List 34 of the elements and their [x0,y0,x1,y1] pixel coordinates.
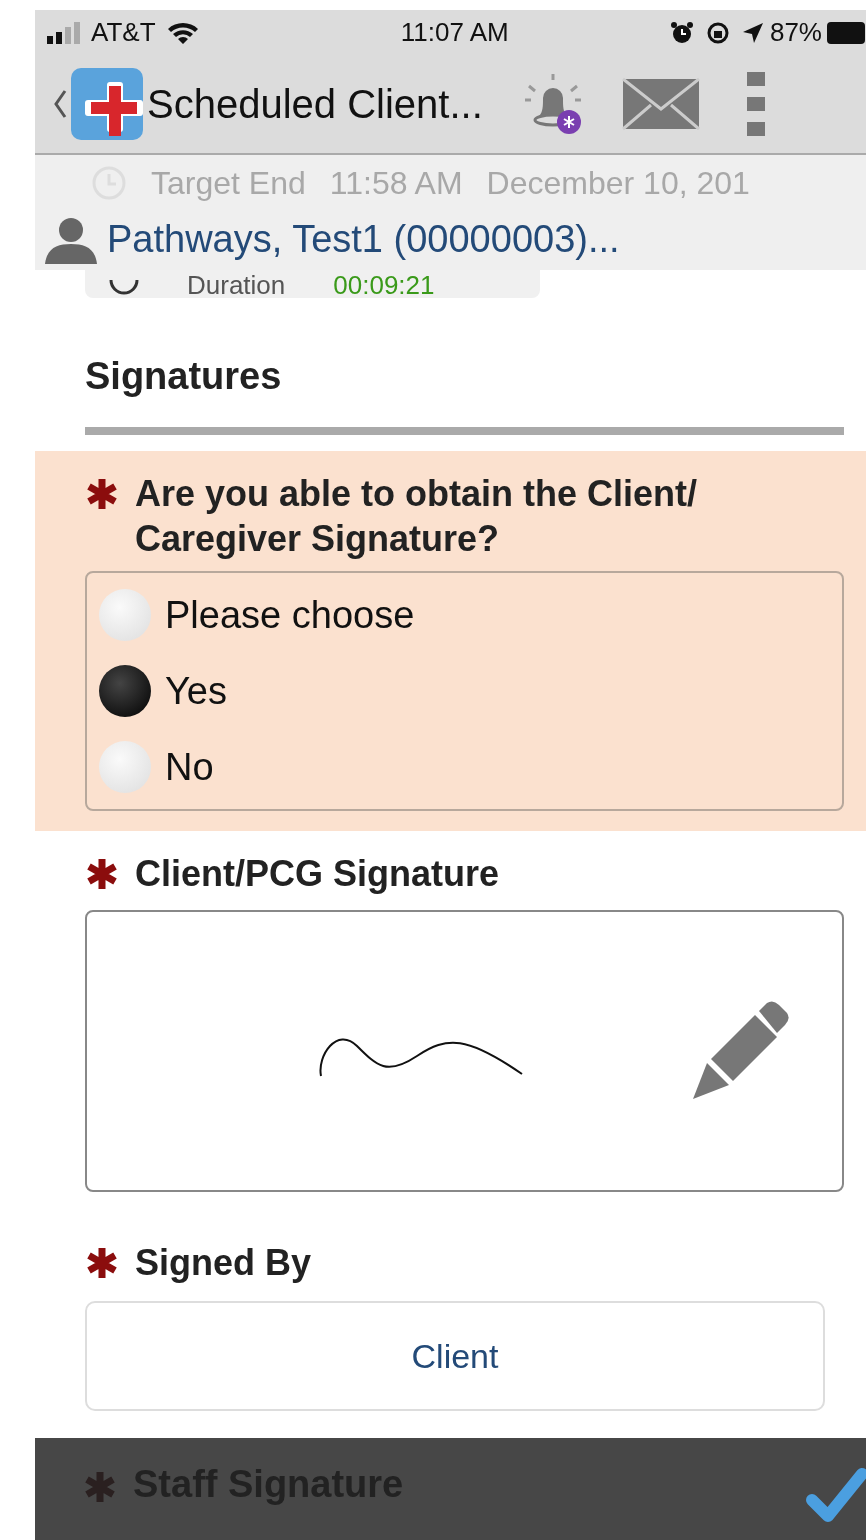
more-menu-icon[interactable] [746,72,765,136]
checkmark-icon[interactable] [806,1466,866,1522]
carrier-name: AT&T [91,16,156,49]
duration-value: 00:09:21 [333,272,435,298]
question-label: Are you able to obtain the Client/ Caregiver Signature? [135,472,699,561]
target-end-date: December 10, 201 [486,164,750,203]
rotation-lock-icon [705,20,730,45]
signature-label: Client/PCG Signature [135,852,500,896]
pencil-icon [693,1001,789,1101]
target-end-time: 11:58 AM [329,164,463,203]
battery-percent: 87% [769,16,822,49]
client-link[interactable]: Pathways, Test1 (00000003)... [107,211,620,268]
person-icon [43,215,99,264]
radio-button[interactable] [99,741,151,793]
section-title: Signatures [84,354,283,399]
radio-option[interactable]: Please choose [87,577,842,653]
radio-option[interactable]: Yes [87,653,842,729]
back-chevron-icon[interactable] [53,89,67,119]
battery-icon [826,20,866,45]
alarm-clock-icon [669,20,694,45]
radio-button[interactable] [99,589,151,641]
signal-icon [47,21,83,44]
radio-button[interactable] [99,665,151,717]
target-end-label: Target End [151,164,306,203]
duration-label: Duration [187,272,286,298]
location-arrow-icon [741,21,764,44]
mail-icon[interactable] [620,77,701,131]
app-logo-icon [71,68,143,140]
signed-by-label: Signed By [135,1241,312,1285]
radio-option[interactable]: No [87,729,842,805]
signed-by-button[interactable]: Client [85,1301,825,1411]
status-time: 11:07 AM [399,16,510,49]
screen-title: Scheduled Client... [147,81,483,128]
signature-pad[interactable] [85,910,844,1192]
